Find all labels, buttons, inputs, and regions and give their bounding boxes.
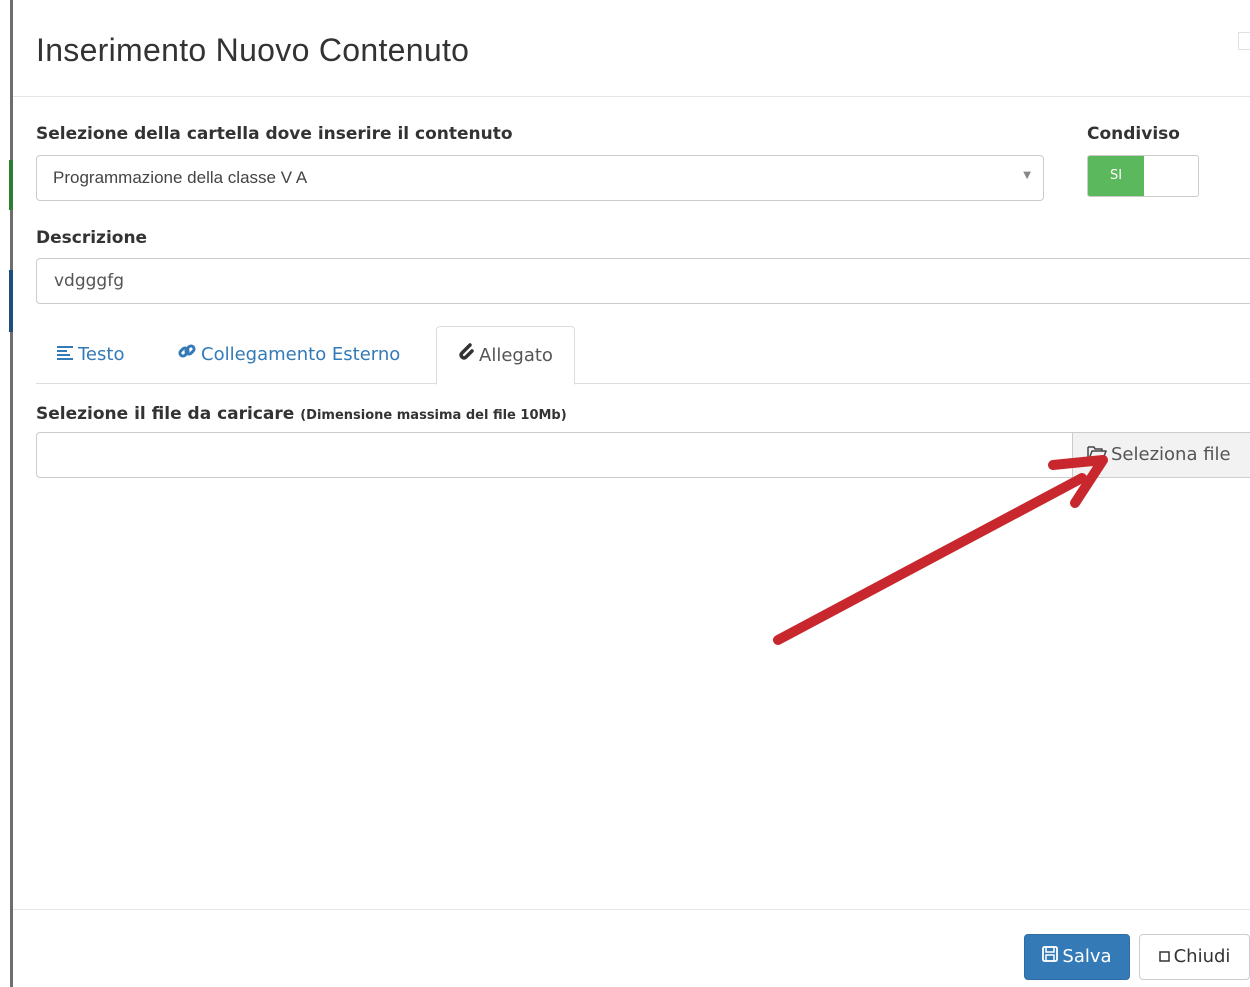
- tab-testo[interactable]: Testo: [57, 326, 124, 384]
- square-icon: [1158, 935, 1170, 979]
- modal-dialog: Inserimento Nuovo Contenuto Selezione de…: [13, 0, 1250, 987]
- shared-toggle[interactable]: SI: [1087, 155, 1199, 197]
- upload-label-text: Selezione il file da caricare: [36, 404, 295, 424]
- shared-label: Condiviso: [1087, 124, 1180, 144]
- folder-select[interactable]: Programmazione della classe V A ▼: [36, 155, 1044, 201]
- select-file-button[interactable]: Seleziona file: [1072, 432, 1250, 478]
- modal-header: Inserimento Nuovo Contenuto: [13, 0, 1250, 97]
- chevron-down-icon: ▼: [1023, 170, 1031, 181]
- folder-open-icon: [1087, 433, 1107, 477]
- close-label: Chiudi: [1173, 946, 1231, 967]
- link-icon: [178, 326, 196, 384]
- folder-label: Selezione della cartella dove inserire i…: [36, 124, 513, 144]
- tab-collegamento-esterno[interactable]: Collegamento Esterno: [178, 326, 400, 384]
- upload-label: Selezione il file da caricare (Dimension…: [36, 404, 567, 424]
- save-icon: [1042, 935, 1059, 979]
- paperclip-icon: [458, 327, 474, 385]
- select-file-label: Seleziona file: [1111, 444, 1231, 465]
- description-input[interactable]: vdgggfg: [36, 258, 1250, 304]
- description-label: Descrizione: [36, 228, 148, 248]
- close-icon[interactable]: [1238, 32, 1250, 50]
- text-align-icon: [57, 326, 73, 384]
- tab-label: Testo: [78, 344, 125, 365]
- tab-label: Collegamento Esterno: [201, 344, 401, 365]
- folder-select-value: Programmazione della classe V A: [53, 168, 308, 187]
- save-label: Salva: [1062, 946, 1112, 967]
- tab-label: Allegato: [479, 345, 553, 366]
- save-button[interactable]: Salva: [1024, 934, 1130, 980]
- modal-title: Inserimento Nuovo Contenuto: [36, 32, 470, 68]
- tab-allegato[interactable]: Allegato: [436, 326, 575, 385]
- content-tabs: Testo Collegamento Esterno Allegato: [36, 326, 1250, 385]
- upload-size-hint: (Dimensione massima del file 10Mb): [300, 408, 567, 423]
- close-button[interactable]: Chiudi: [1139, 934, 1250, 980]
- description-value: vdgggfg: [54, 271, 125, 291]
- file-path-input[interactable]: [36, 432, 1073, 478]
- shared-toggle-on: SI: [1088, 156, 1144, 196]
